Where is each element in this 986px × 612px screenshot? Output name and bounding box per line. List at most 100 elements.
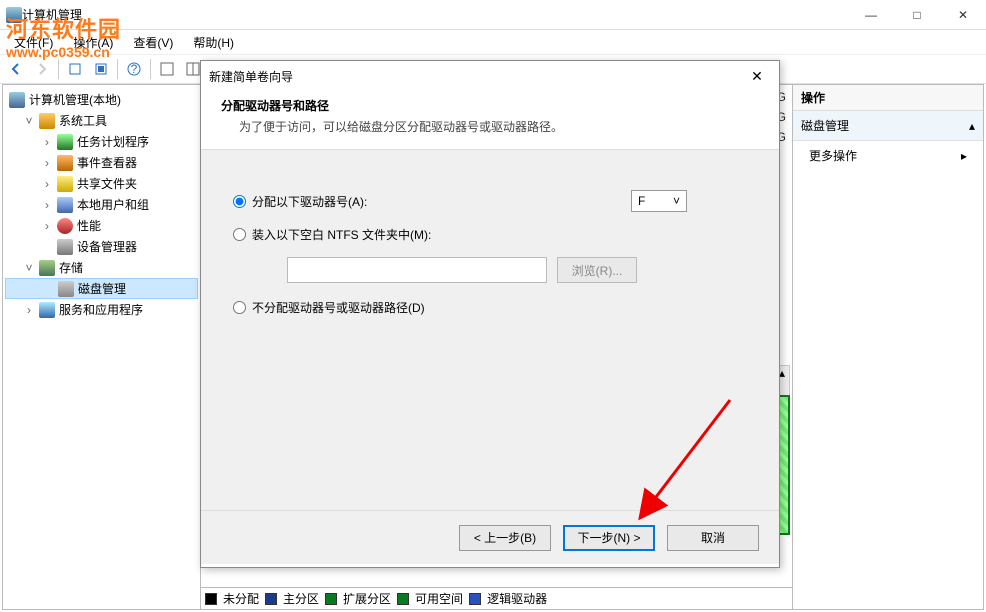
tree-storage[interactable]: ˅ 存储 [5,257,198,278]
actions-header: 操作 [793,85,983,111]
watermark-url: www.pc0359.cn [6,44,121,60]
device-icon [57,239,73,255]
browse-button[interactable]: 浏览(R)... [557,257,637,283]
legend-label: 未分配 [223,590,259,607]
storage-icon [39,260,55,276]
view1-icon[interactable] [155,57,179,81]
menubar: 文件(F) 操作(A) 查看(V) 帮助(H) [0,30,986,54]
event-icon [57,155,73,171]
dialog-close-button[interactable]: ✕ [743,65,771,87]
tree-performance[interactable]: › 性能 [5,215,198,236]
legend: 未分配 主分区 扩展分区 可用空间 逻辑驱动器 [201,587,792,609]
tree-device-manager[interactable]: 设备管理器 [5,236,198,257]
users-icon [57,197,73,213]
expand-icon[interactable]: › [41,135,53,149]
actions-more[interactable]: 更多操作 ▸ [793,141,983,170]
back-icon[interactable] [4,57,28,81]
next-button[interactable]: 下一步(N) > [563,525,655,551]
mount-path-row: 浏览(R)... [233,257,747,283]
radio-mount[interactable] [233,228,246,241]
tree-label: 共享文件夹 [77,175,137,192]
collapse-icon[interactable]: ˅ [23,114,35,128]
legend-swatch-primary [265,593,277,605]
tree-services-apps[interactable]: › 服务和应用程序 [5,299,198,320]
drive-letter-select[interactable]: F ˅ [631,190,687,212]
watermark-text: 河东软件园 [6,12,121,44]
option-assign-letter[interactable]: 分配以下驱动器号(A): F ˅ [233,190,747,212]
tree-event-viewer[interactable]: › 事件查看器 [5,152,198,173]
tree-local-users[interactable]: › 本地用户和组 [5,194,198,215]
tools-icon [39,113,55,129]
forward-icon[interactable] [30,57,54,81]
tree-disk-management[interactable]: 磁盘管理 [5,278,198,299]
tree-label: 计算机管理(本地) [29,91,121,108]
expand-icon[interactable]: › [41,198,53,212]
dialog-titlebar: 新建简单卷向导 ✕ [201,61,779,91]
tree-label: 系统工具 [59,112,107,129]
toolbar-sep [58,59,59,79]
minimize-button[interactable]: — [848,0,894,30]
computer-icon [9,92,25,108]
wizard-dialog: 新建简单卷向导 ✕ 分配驱动器号和路径 为了便于访问，可以给磁盘分区分配驱动器号… [200,60,780,568]
legend-label: 可用空间 [415,590,463,607]
actions-section[interactable]: 磁盘管理 ▴ [793,111,983,141]
watermark: 河东软件园 www.pc0359.cn [6,12,121,60]
menu-view[interactable]: 查看(V) [125,32,181,53]
up-icon[interactable] [63,57,87,81]
tree-label: 性能 [77,217,101,234]
back-button[interactable]: < 上一步(B) [459,525,551,551]
radio-assign[interactable] [233,195,246,208]
tree-label: 服务和应用程序 [59,301,143,318]
legend-label: 主分区 [283,590,319,607]
tree-label: 本地用户和组 [77,196,149,213]
mount-path-input[interactable] [287,257,547,283]
actions-pane: 操作 磁盘管理 ▴ 更多操作 ▸ [793,85,983,609]
legend-label: 逻辑驱动器 [487,590,547,607]
close-button[interactable]: ✕ [940,0,986,30]
tree-label: 事件查看器 [77,154,137,171]
collapse-icon: ▴ [969,119,975,133]
expand-icon[interactable]: › [41,219,53,233]
help-icon[interactable]: ? [122,57,146,81]
toolbar-sep [150,59,151,79]
tree-task-scheduler[interactable]: ›任务计划程序 [5,131,198,152]
dialog-heading: 分配驱动器号和路径 [221,97,759,114]
expand-icon[interactable]: › [23,303,35,317]
cancel-button[interactable]: 取消 [667,525,759,551]
radio-none-label: 不分配驱动器号或驱动器路径(D) [252,299,425,316]
services-icon [39,302,55,318]
collapse-icon[interactable]: ˅ [23,261,35,275]
dialog-header: 分配驱动器号和路径 为了便于访问，可以给磁盘分区分配驱动器号或驱动器路径。 [201,91,779,150]
legend-swatch-unalloc [205,593,217,605]
legend-swatch-logical [469,593,481,605]
radio-none[interactable] [233,301,246,314]
toolbar-sep [117,59,118,79]
dialog-subheading: 为了便于访问，可以给磁盘分区分配驱动器号或驱动器路径。 [221,118,759,135]
svg-text:?: ? [131,62,138,76]
tree-root[interactable]: 计算机管理(本地) [5,89,198,110]
maximize-button[interactable]: □ [894,0,940,30]
share-icon [57,176,73,192]
option-mount-folder[interactable]: 装入以下空白 NTFS 文件夹中(M): [233,226,747,243]
legend-swatch-free [397,593,409,605]
dialog-body: 分配以下驱动器号(A): F ˅ 装入以下空白 NTFS 文件夹中(M): 浏览… [201,150,779,510]
disk-icon [58,281,74,297]
legend-label: 扩展分区 [343,590,391,607]
option-no-assign[interactable]: 不分配驱动器号或驱动器路径(D) [233,299,747,316]
tree-label: 存储 [59,259,83,276]
blank-icon [42,282,54,296]
expand-icon[interactable]: › [41,156,53,170]
dialog-title: 新建简单卷向导 [209,68,743,85]
tree-system-tools[interactable]: ˅ 系统工具 [5,110,198,131]
refresh-icon[interactable] [89,57,113,81]
tree-label: 磁盘管理 [78,280,126,297]
window-buttons: — □ ✕ [848,0,986,30]
expand-icon[interactable]: › [41,177,53,191]
window-title: 计算机管理 [22,6,848,23]
legend-swatch-extended [325,593,337,605]
radio-mount-label: 装入以下空白 NTFS 文件夹中(M): [252,226,431,243]
tree-pane: 计算机管理(本地) ˅ 系统工具 ›任务计划程序 › 事件查看器 › 共享文件夹 › 本… [3,85,201,609]
menu-help[interactable]: 帮助(H) [185,32,242,53]
tree-shared-folders[interactable]: › 共享文件夹 [5,173,198,194]
dialog-footer: < 上一步(B) 下一步(N) > 取消 [201,510,779,564]
